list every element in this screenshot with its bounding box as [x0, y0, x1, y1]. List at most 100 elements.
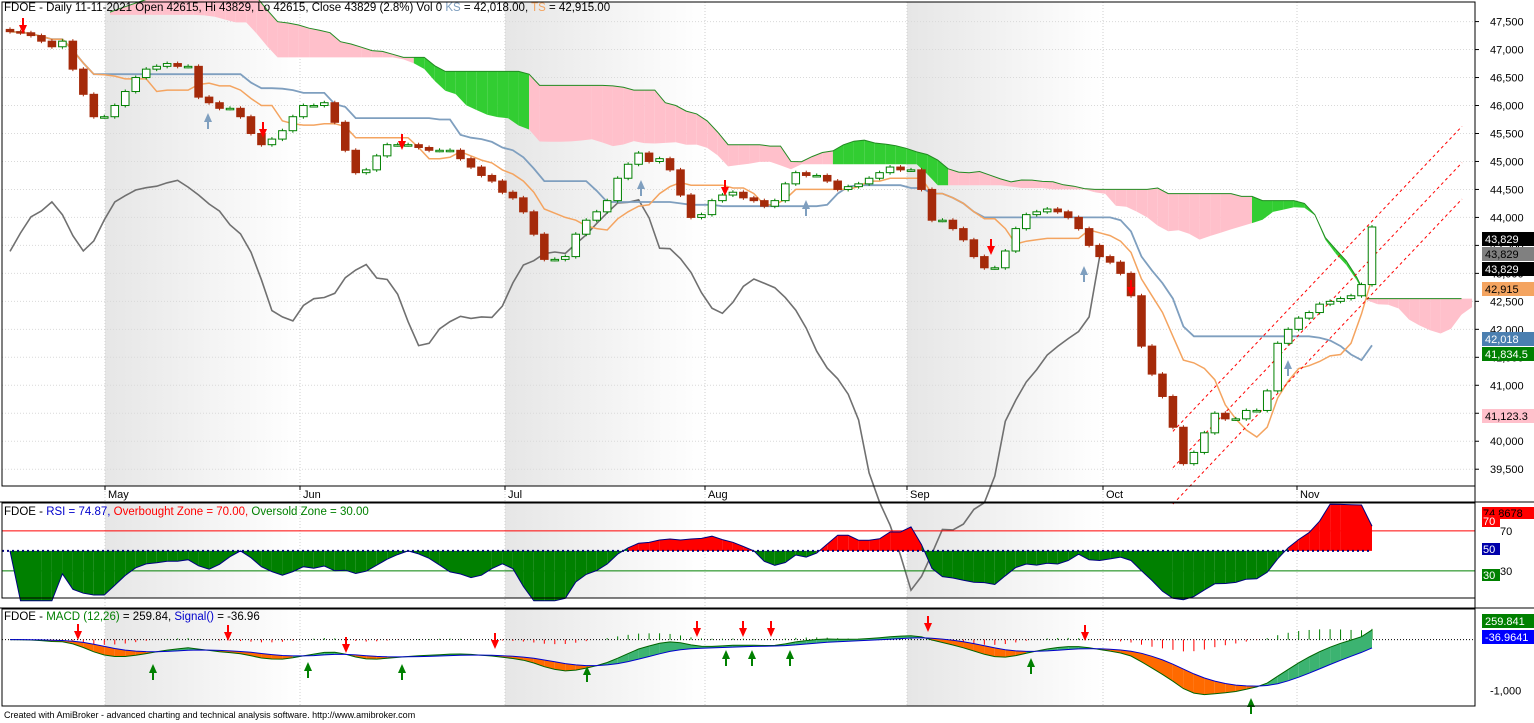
rsi-area-segment: [984, 550, 995, 585]
rsi-area-segment: [83, 550, 94, 595]
candle-body: [927, 188, 937, 221]
rsi-area-segment: [20, 550, 31, 601]
cloud-segment: [759, 144, 770, 162]
candle-body: [1304, 312, 1314, 319]
rsi-area-segment: [952, 550, 964, 581]
candle-body: [812, 174, 821, 178]
ohlc-info: - Daily 11-11-2021 Open 42615, Hi 43829,…: [35, 2, 446, 14]
rsi-area-segment: [869, 538, 880, 551]
price-value-badge-text: 43,829: [1485, 234, 1519, 246]
candle-body: [885, 166, 895, 174]
rsi-value-badge-text: 70: [1483, 516, 1495, 528]
cloud-segment: [508, 71, 519, 126]
candle-body: [1242, 409, 1251, 420]
candle-body: [1346, 295, 1356, 300]
rsi-area-segment: [942, 550, 953, 578]
candle-body: [791, 172, 801, 185]
candle-body: [592, 211, 601, 221]
candle-body: [100, 116, 109, 119]
cloud-segment: [1241, 196, 1252, 227]
rsi-area-segment: [41, 550, 52, 601]
rsi-area-segment: [1246, 550, 1257, 580]
rsi-value-badge-text: 50: [1483, 544, 1495, 556]
rsi-area-segment: [973, 550, 985, 583]
candle-body: [79, 68, 88, 95]
candle-body: [561, 256, 570, 260]
candle-body: [854, 183, 863, 188]
rsi-area-segment: [554, 550, 566, 601]
candle-body: [1325, 300, 1335, 305]
ts-value: = 42,915.00: [545, 2, 611, 14]
price-tick-label: 45,500: [1490, 128, 1524, 140]
macd-value: = 259.84,: [119, 611, 175, 623]
rsi-area-segment: [282, 550, 293, 576]
rsi-value-badge-text: 30: [1483, 570, 1495, 582]
candle-body: [278, 130, 287, 140]
cloud-segment: [686, 111, 697, 145]
candle-body: [152, 65, 161, 70]
candle-body: [519, 197, 528, 213]
price-tick-label: 40,000: [1490, 436, 1524, 448]
candle-body: [864, 177, 874, 185]
macd-tick-label: -1,000: [1490, 686, 1521, 698]
price-tick-label: 44,000: [1490, 212, 1524, 224]
candle-body: [906, 169, 916, 172]
price-tick-label: 47,500: [1490, 17, 1524, 29]
candle-body: [141, 68, 151, 79]
candle-body: [581, 219, 591, 235]
candle-body: [246, 116, 256, 134]
cloud-segment: [550, 85, 561, 142]
rsi-area-segment: [345, 550, 356, 574]
candle-body: [37, 35, 46, 42]
candle-body: [1084, 228, 1094, 246]
candle-body: [1116, 261, 1125, 274]
candle-body: [718, 194, 727, 202]
cloud-segment: [623, 87, 634, 145]
rsi-value: RSI = 74.87,: [46, 506, 114, 518]
rsi-area-segment: [837, 535, 849, 551]
overbought-label: Overbought Zone = 70.00,: [113, 506, 252, 518]
candle-body: [508, 191, 518, 199]
cloud-segment: [1199, 193, 1211, 240]
candle-body: [162, 63, 172, 67]
candle-body: [676, 169, 685, 196]
candle-body: [424, 146, 434, 151]
cloud-segment: [675, 105, 687, 145]
month-label-Jun: Jun: [303, 489, 321, 501]
candle-body: [739, 191, 748, 199]
candle-body: [1032, 211, 1042, 216]
candle-body: [760, 200, 769, 207]
rsi-sep: -: [35, 506, 47, 518]
cloud-segment: [445, 71, 456, 95]
candle-body: [1367, 226, 1377, 286]
candle-body: [288, 116, 298, 132]
candle-body: [1221, 412, 1230, 420]
rsi-area-segment: [1214, 550, 1226, 584]
candle-body: [822, 174, 832, 182]
rsi-area-segment: [1235, 550, 1247, 583]
price-value-badge-text: 41,123.3: [1485, 411, 1528, 423]
month-label-Jul: Jul: [508, 489, 522, 501]
candle-body: [1200, 432, 1209, 453]
rsi-area-segment: [1330, 504, 1341, 551]
cloud-segment: [665, 102, 676, 143]
candle-body: [540, 233, 549, 260]
cloud-segment: [1210, 193, 1221, 236]
candle-body: [749, 197, 759, 202]
candle-body: [959, 228, 968, 241]
cloud-segment: [644, 90, 655, 144]
rsi-area-segment: [1047, 550, 1058, 564]
price-value-badge-text: 42,915: [1485, 284, 1519, 296]
candle-body: [1011, 228, 1021, 252]
candle-body: [1021, 214, 1031, 230]
rsi-area-segment: [1340, 504, 1351, 551]
macd-value-badge-text: -36.9641: [1485, 632, 1528, 644]
candle-body: [1147, 345, 1157, 375]
candle-body: [204, 96, 214, 104]
candle-body: [1063, 211, 1073, 218]
candle-body: [1315, 303, 1324, 314]
rsi-area-segment: [334, 550, 346, 571]
candle-body: [236, 107, 245, 118]
cloud-segment: [518, 71, 530, 130]
month-shade-1-2: [505, 609, 705, 706]
